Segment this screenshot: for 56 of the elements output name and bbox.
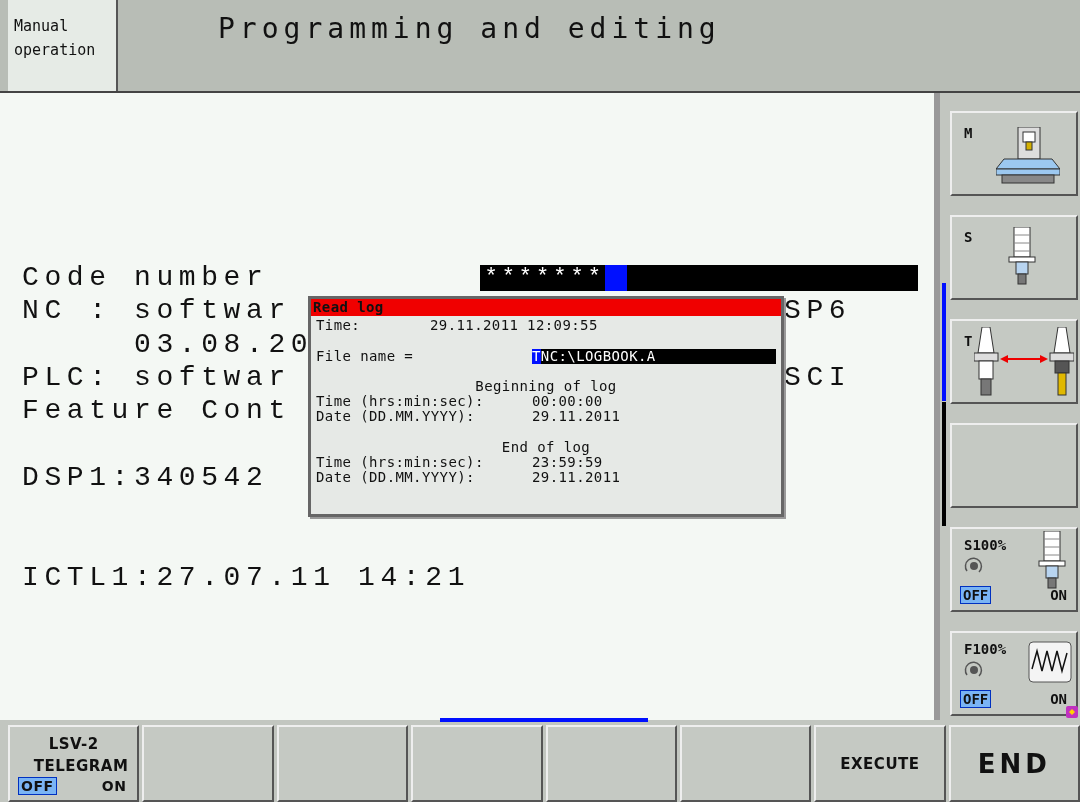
info-line: PLC: softwar (22, 361, 291, 393)
section-heading: End of log (500, 440, 592, 455)
empty-softkey[interactable] (142, 725, 274, 802)
execute-softkey[interactable]: EXECUTE (814, 725, 946, 802)
info-line: Feature Cont (22, 395, 291, 427)
on-toggle[interactable]: ON (1047, 586, 1070, 604)
on-toggle[interactable]: ON (98, 776, 130, 795)
mode-title: Programming and editing (217, 11, 722, 47)
date-value: 29.11.2011 (532, 470, 621, 485)
info-line: SP6 (784, 294, 852, 328)
time-value: 29.11.2011 12:09:55 (430, 318, 598, 333)
date-value: 29.11.2011 (532, 409, 621, 424)
softkey[interactable]: M (950, 111, 1078, 196)
info-line: NC : softwar (22, 295, 291, 327)
tool-change-icon (974, 327, 1074, 397)
override-softkey[interactable]: S100% OFF ON (950, 527, 1078, 612)
mode-label: Manual operation (8, 0, 118, 91)
info-line: ICTL1:27.07.11 14:21 (22, 561, 471, 593)
time-label: Time (hrs:min:sec): (316, 455, 485, 470)
date-label: Date (DD.MM.YYYY): (316, 470, 476, 485)
time-label: Time (hrs:min:sec): (316, 394, 484, 409)
cursor (604, 264, 627, 291)
code-field[interactable]: ******* (480, 264, 919, 291)
empty-softkey[interactable] (950, 423, 1078, 508)
spindle-icon (1008, 227, 1036, 285)
off-toggle[interactable]: OFF (18, 776, 57, 795)
on-toggle[interactable]: ON (1047, 690, 1070, 708)
date-label: Date (DD.MM.YYYY): (316, 409, 476, 424)
softkey[interactable]: T (950, 319, 1078, 404)
off-toggle[interactable]: OFF (960, 690, 992, 708)
spindle-icon (1038, 531, 1066, 589)
file-label: File name = (316, 349, 415, 364)
empty-softkey[interactable] (411, 725, 543, 802)
dial-icon (964, 557, 984, 575)
override-softkey[interactable]: F100% OFF ON (950, 631, 1078, 716)
section-heading: Beginning of log (474, 379, 618, 394)
dialog-title: Read log (311, 299, 781, 316)
softkey[interactable]: S (950, 215, 1078, 300)
telegram-softkey[interactable]: LSV-2 TELEGRAM OFF ON (8, 725, 140, 802)
time-value: 00:00:00 (532, 394, 603, 409)
status-icon (1066, 706, 1078, 718)
empty-softkey[interactable] (276, 725, 409, 802)
empty-softkey[interactable] (679, 725, 812, 802)
time-value: 23:59:59 (532, 455, 603, 470)
file-name-field[interactable]: TNC:\LOGBOOK.A (532, 349, 776, 364)
time-label: Time: (316, 318, 362, 333)
dial-icon (964, 661, 984, 679)
info-line: DSP1:340542 (22, 461, 269, 493)
machine-table-icon (996, 127, 1060, 187)
info-line: SCI (784, 360, 852, 395)
info-line: 03.08.20 (133, 328, 314, 360)
end-softkey[interactable]: END (948, 725, 1080, 802)
code-label: Code number (22, 262, 269, 294)
empty-softkey[interactable] (545, 725, 677, 802)
off-toggle[interactable]: OFF (960, 586, 992, 604)
wave-icon (1028, 641, 1072, 683)
